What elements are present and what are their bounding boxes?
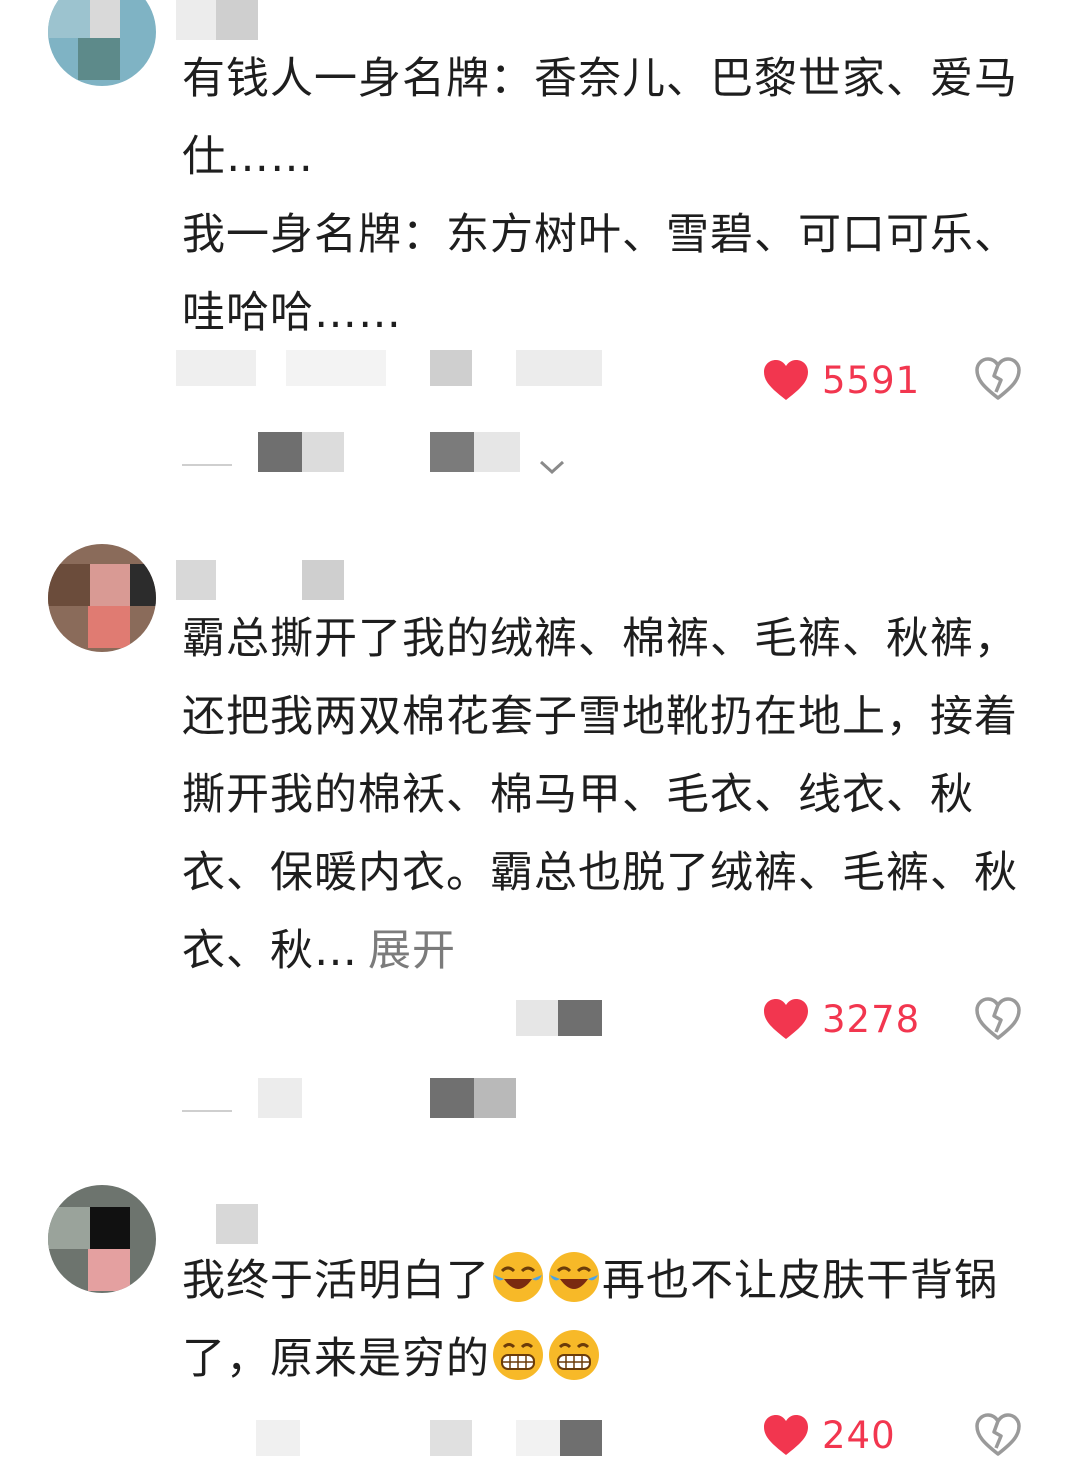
username-redacted[interactable] [176,1204,266,1244]
broken-heart-icon[interactable] [974,1412,1022,1458]
broken-heart-icon[interactable] [974,356,1022,402]
like-count: 5591 [822,358,921,402]
like-count: 3278 [822,997,921,1041]
username-redacted[interactable] [176,0,266,40]
heart-icon [764,999,808,1039]
chevron-down-icon [539,460,565,475]
comment-meta-redacted [176,350,606,390]
comment-text: 霸总撕开了我的绒裤、棉裤、毛裤、秋裤，还把我两双棉花套子雪地靴扔在地上，接着撕开… [182,600,1032,990]
comment-text: 有钱人一身名牌：香奈儿、巴黎世家、爱马仕…… 我一身名牌：东方树叶、雪碧、可口可… [182,40,1032,352]
broken-heart-icon[interactable] [974,996,1022,1042]
comment-text: 我终于活明白了 再也不让皮肤干背锅了，原来是穷的 [182,1242,1032,1398]
grinning-emoji-icon [493,1330,543,1380]
like-button[interactable]: 240 [762,1410,896,1460]
laughing-crying-emoji-icon [493,1252,543,1302]
view-replies-redacted[interactable] [176,1078,596,1128]
avatar[interactable] [48,1185,156,1293]
comment-2: 霸总撕开了我的绒裤、棉裤、毛裤、秋裤，还把我两双棉花套子雪地靴扔在地上，接着撕开… [0,540,1080,1120]
avatar[interactable] [48,0,156,86]
grinning-emoji-icon [549,1330,599,1380]
laughing-crying-emoji-icon [549,1252,599,1302]
avatar[interactable] [48,544,156,652]
comment-meta-redacted [176,1420,606,1460]
view-replies-redacted[interactable] [176,432,596,482]
comment-body-part-1: 我终于活明白了 [182,1256,490,1306]
comment-3: 我终于活明白了 再也不让皮肤干背锅了，原来是穷的 240 [0,1180,1080,1466]
heart-icon [764,360,808,400]
comment-body: 霸总撕开了我的绒裤、棉裤、毛裤、秋裤，还把我两双棉花套子雪地靴扔在地上，接着撕开… [182,614,1018,976]
comment-line-1: 有钱人一身名牌：香奈儿、巴黎世家、爱马仕…… [182,54,1018,182]
heart-icon [764,1415,808,1455]
like-button[interactable]: 5591 [762,355,920,405]
expand-link[interactable]: 展开 [368,926,456,976]
comment-1: 有钱人一身名牌：香奈儿、巴黎世家、爱马仕…… 我一身名牌：东方树叶、雪碧、可口可… [0,0,1080,520]
comment-line-2: 我一身名牌：东方树叶、雪碧、可口可乐、哇哈哈…… [182,210,1018,338]
comment-meta-redacted [176,1000,606,1040]
like-count: 240 [822,1413,896,1457]
like-button[interactable]: 3278 [762,994,920,1044]
username-redacted[interactable] [176,560,386,600]
